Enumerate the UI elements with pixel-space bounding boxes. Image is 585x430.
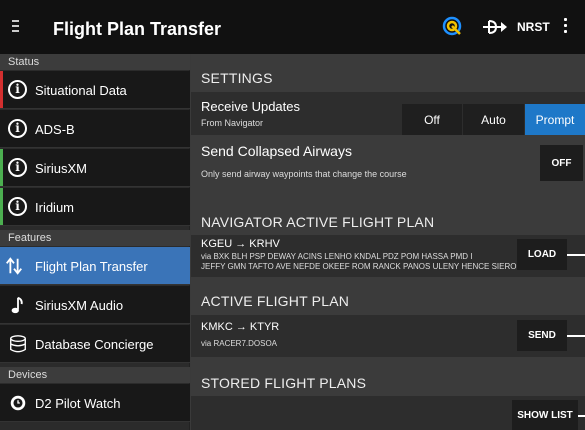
sidebar: Status Situational Data ADS-B SiriusXM I…: [0, 54, 190, 430]
sidebar-item-flight-plan-transfer[interactable]: Flight Plan Transfer: [0, 247, 190, 285]
info-icon: [8, 196, 28, 218]
load-button[interactable]: LOAD: [517, 239, 567, 270]
sidebar-item-d2-pilot-watch[interactable]: D2 Pilot Watch: [0, 384, 190, 422]
section-header-devices: Devices: [0, 367, 190, 383]
menu-icon[interactable]: [12, 18, 24, 34]
sidebar-item-label: Situational Data: [35, 83, 127, 98]
sidebar-item-situational-data[interactable]: Situational Data: [0, 71, 190, 109]
watch-icon: [10, 395, 26, 411]
sidebar-item-label: SiriusXM Audio: [35, 298, 124, 313]
sidebar-item-iridium[interactable]: Iridium: [0, 188, 190, 226]
sidebar-item-label: D2 Pilot Watch: [35, 396, 121, 411]
sidebar-item-label: Database Concierge: [35, 337, 154, 352]
page-title: Flight Plan Transfer: [53, 19, 222, 39]
receive-updates-selector: Off Auto Prompt: [401, 104, 585, 135]
info-icon: [8, 118, 28, 140]
option-auto[interactable]: Auto: [463, 104, 524, 135]
sidebar-item-label: SiriusXM: [35, 161, 88, 176]
info-icon: [8, 79, 28, 101]
show-list-button-indicator: [578, 415, 585, 417]
collapsed-airways-sublabel: Only send airway waypoints that change t…: [201, 169, 407, 179]
sidebar-item-siriusxm[interactable]: SiriusXM: [0, 149, 190, 187]
weather-icon[interactable]: [442, 16, 462, 38]
app-bar: Flight Plan Transfer NRST: [0, 0, 585, 54]
section-header-features: Features: [0, 230, 190, 246]
send-button-indicator: [567, 335, 585, 337]
nearest-button[interactable]: NRST: [517, 20, 550, 34]
main-content: SETTINGS Receive Updates From Navigator …: [191, 54, 585, 430]
status-indicator: [0, 71, 3, 108]
show-list-button[interactable]: SHOW LIST: [512, 400, 578, 430]
sidebar-item-label: ADS-B: [35, 122, 75, 137]
navigator-plan-route: KGEU → KRHV: [201, 238, 280, 250]
navigator-plan-row: KGEU → KRHV via BXK BLH PSP DEWAY ACINS …: [191, 235, 585, 277]
sidebar-item-ads-b[interactable]: ADS-B: [0, 110, 190, 148]
active-plan-via: via RACER7.DOSOA: [201, 339, 278, 348]
transfer-arrows-icon: [6, 257, 22, 275]
sidebar-item-database-concierge[interactable]: Database Concierge: [0, 325, 190, 363]
section-header-status: Status: [0, 54, 190, 70]
status-indicator: [0, 188, 3, 225]
collapsed-airways-label: Send Collapsed Airways: [201, 143, 352, 159]
send-button[interactable]: SEND: [517, 320, 567, 351]
navigator-plan-via-line1: via BXK BLH PSP DEWAY ACINS LENHO KNDAL …: [201, 252, 473, 261]
sidebar-item-label: Flight Plan Transfer: [35, 259, 148, 274]
active-plan-route: KMKC → KTYR: [201, 321, 280, 333]
sidebar-item-siriusxm-audio[interactable]: SiriusXM Audio: [0, 286, 190, 324]
stored-plans-heading: STORED FLIGHT PLANS: [201, 375, 367, 391]
navigator-plan-via-line2: JEFFY GMN TAFTO AVE NEFDE OKEEF ROM RANC…: [201, 262, 517, 271]
status-indicator: [0, 149, 3, 186]
navigator-plan-heading: NAVIGATOR ACTIVE FLIGHT PLAN: [201, 214, 435, 230]
active-plan-heading: ACTIVE FLIGHT PLAN: [201, 293, 350, 309]
overflow-icon[interactable]: [563, 18, 569, 36]
info-icon: [8, 157, 28, 179]
stored-plans-row: SHOW LIST: [191, 396, 585, 430]
sidebar-item-label: Iridium: [35, 200, 75, 215]
collapsed-airways-toggle[interactable]: OFF: [540, 145, 583, 181]
settings-heading: SETTINGS: [201, 70, 273, 86]
flight-plan-transfer-icon[interactable]: [481, 16, 509, 38]
active-plan-row: KMKC → KTYR via RACER7.DOSOA SEND: [191, 315, 585, 357]
option-prompt[interactable]: Prompt: [525, 104, 585, 135]
load-button-indicator: [567, 254, 585, 256]
music-note-icon: [11, 296, 23, 314]
option-off[interactable]: Off: [402, 104, 462, 135]
database-icon: [10, 335, 26, 353]
collapsed-airways-row: Send Collapsed Airways Only send airway …: [191, 135, 585, 195]
receive-updates-label: Receive Updates: [201, 99, 300, 114]
receive-updates-sublabel: From Navigator: [201, 118, 264, 128]
